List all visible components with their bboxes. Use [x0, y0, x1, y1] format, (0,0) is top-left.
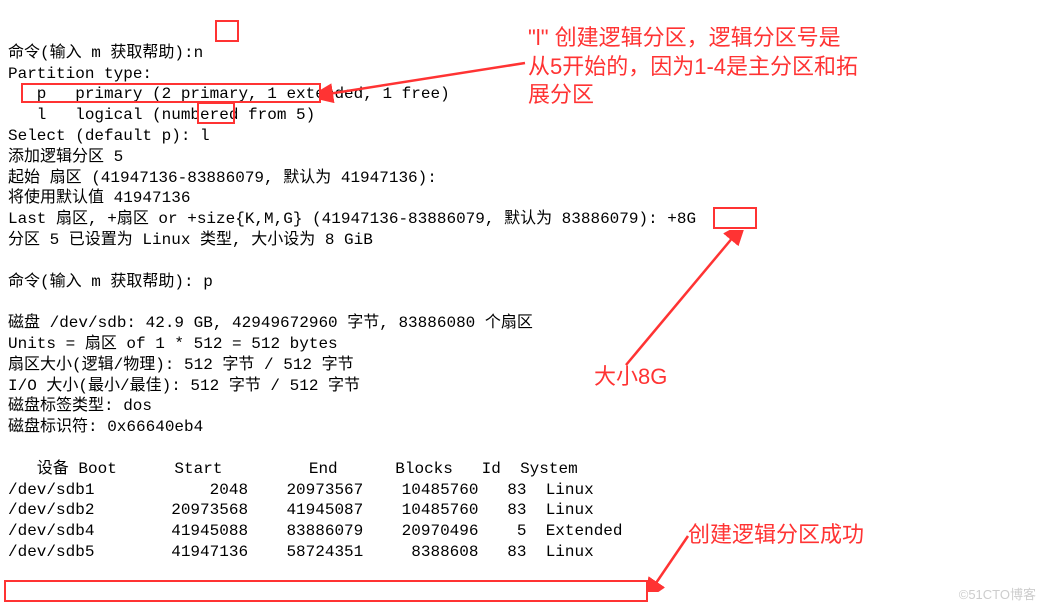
start-sector: 起始 扇区 (41947136-83886079, 默认为 41947136):: [8, 169, 437, 187]
annotation-logical-explain: "l" 创建逻辑分区，逻辑分区号是 从5开始的，因为1-4是主分区和拓 展分区: [528, 24, 858, 110]
add-logical-5: 添加逻辑分区 5: [8, 148, 123, 166]
table-row-2: /dev/sdb2 20973568 41945087 10485760 83 …: [8, 501, 594, 519]
disk-label: 磁盘标签类型: dos: [8, 397, 152, 415]
box-input-l: [197, 102, 235, 124]
watermark: ©51CTO博客: [959, 587, 1036, 604]
box-option-logical: [21, 83, 321, 103]
partition-set: 分区 5 已设置为 Linux 类型, 大小设为 8 GiB: [8, 231, 373, 249]
disk-id: 磁盘标识符: 0x66640eb4: [8, 418, 203, 436]
select-default-p: Select (default p):: [8, 127, 200, 145]
table-header: 设备 Boot Start End Blocks Id System: [8, 460, 578, 478]
table-row-4: /dev/sdb5 41947136 58724351 8388608 83 L…: [8, 543, 594, 561]
input-8g: +8G: [667, 210, 696, 228]
table-row-1: /dev/sdb1 2048 20973567 10485760 83 Linu…: [8, 481, 594, 499]
last-sector-prompt: Last 扇区, +扇区 or +size{K,M,G} (41947136-8…: [8, 210, 667, 228]
annotation-size-8g: 大小8G: [594, 363, 667, 392]
table-row-3: /dev/sdb4 41945088 83886079 20970496 5 E…: [8, 522, 623, 540]
option-logical: l logical (numbered from 5): [8, 106, 315, 124]
disk-info: 磁盘 /dev/sdb: 42.9 GB, 42949672960 字节, 83…: [8, 314, 533, 332]
prompt-command-2: 命令(输入 m 获取帮助): p: [8, 273, 213, 291]
box-input-8g: [713, 207, 757, 229]
units-info: Units = 扇区 of 1 * 512 = 512 bytes: [8, 335, 338, 353]
io-size: I/O 大小(最小/最佳): 512 字节 / 512 字节: [8, 377, 360, 395]
partition-type-header: Partition type:: [8, 65, 152, 83]
prompt-command-1: 命令(输入 m 获取帮助):: [8, 44, 194, 62]
box-input-n: [215, 20, 239, 42]
input-l: l: [200, 127, 210, 145]
annotation-success: 创建逻辑分区成功: [688, 521, 864, 550]
input-n: n: [194, 44, 204, 62]
box-sdb5-row: [4, 580, 648, 602]
default-start: 将使用默认值 41947136: [8, 189, 190, 207]
sector-size: 扇区大小(逻辑/物理): 512 字节 / 512 字节: [8, 356, 354, 374]
